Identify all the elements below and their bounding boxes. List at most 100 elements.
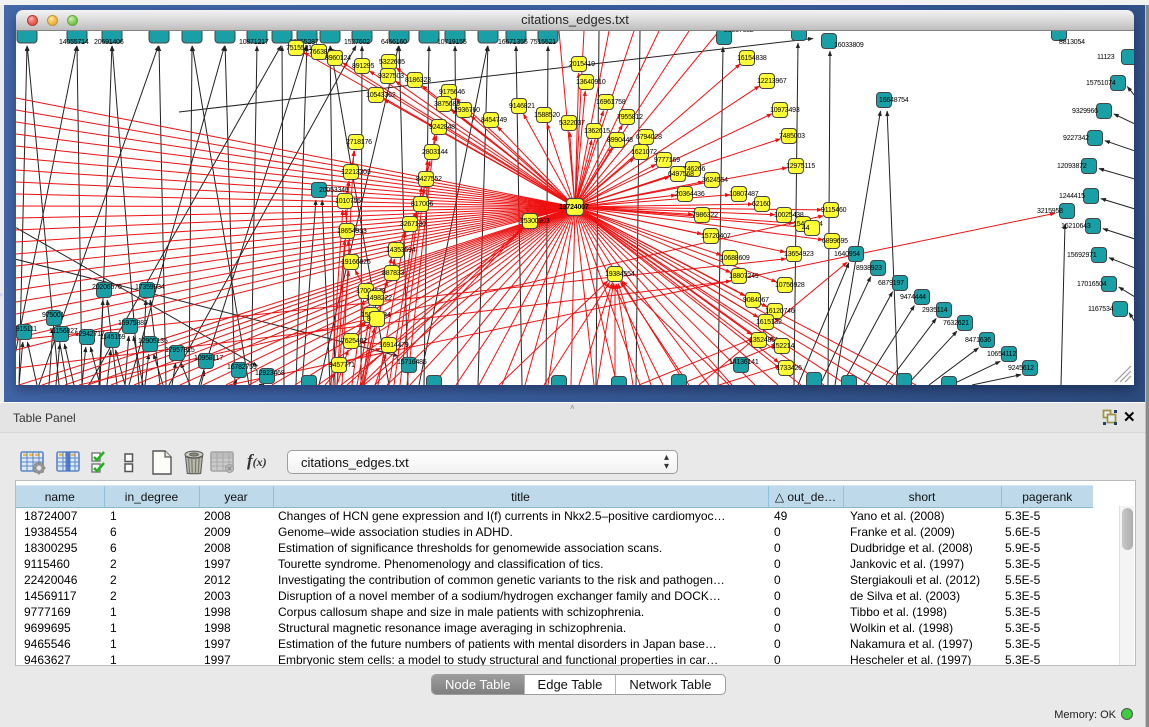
svg-text:20206570: 20206570	[92, 284, 122, 291]
svg-text:20387682: 20387682	[724, 31, 754, 34]
svg-text:12213967: 12213967	[757, 78, 787, 85]
svg-text:15975887: 15975887	[118, 320, 148, 327]
svg-text:16914479: 16914479	[379, 342, 409, 349]
svg-text:7485003: 7485003	[779, 133, 805, 140]
svg-text:15751074: 15751074	[1086, 80, 1116, 87]
svg-text:975001: 975001	[42, 312, 64, 319]
svg-text:3624554: 3624554	[702, 177, 728, 184]
svg-text:10025438: 10025438	[774, 212, 804, 219]
svg-text:9474444: 9474444	[900, 294, 926, 301]
svg-text:10973493: 10973493	[770, 107, 800, 114]
svg-text:15720407: 15720407	[701, 233, 731, 240]
svg-text:10958117: 10958117	[194, 355, 223, 362]
svg-text:1640954: 1640954	[834, 251, 860, 258]
svg-text:10871217: 10871217	[239, 39, 269, 46]
svg-text:10543362: 10543362	[366, 92, 396, 99]
svg-text:8427552: 8427552	[416, 176, 442, 183]
svg-text:44: 44	[802, 225, 810, 232]
svg-text:8186323: 8186323	[405, 77, 431, 84]
svg-text:17359934: 17359934	[135, 284, 165, 291]
svg-text:7986322: 7986322	[692, 212, 718, 219]
svg-text:1362615: 1362615	[584, 128, 610, 135]
svg-text:8454749: 8454749	[481, 117, 507, 124]
svg-text:14353594: 14353594	[386, 247, 416, 254]
svg-text:17016504: 17016504	[1077, 281, 1107, 288]
svg-text:11156827: 11156827	[49, 328, 78, 335]
svg-text:9329966: 9329966	[1072, 108, 1098, 115]
svg-text:20364436: 20364436	[675, 191, 705, 198]
svg-text:12905135: 12905135	[138, 338, 168, 345]
svg-text:18724007: 18724007	[559, 204, 589, 211]
svg-text:6879197: 6879197	[878, 280, 904, 287]
svg-text:12923468: 12923468	[255, 370, 285, 377]
svg-text:7515521: 7515521	[530, 39, 556, 46]
svg-text:6794028: 6794028	[636, 134, 662, 141]
svg-text:9084067: 9084067	[743, 297, 769, 304]
svg-text:1167534: 1167534	[1088, 306, 1114, 313]
svg-text:16154838: 16154838	[737, 55, 767, 62]
svg-text:9457771: 9457771	[329, 362, 355, 369]
svg-text:10654112: 10654112	[987, 351, 1016, 358]
svg-text:8938923: 8938923	[856, 265, 882, 272]
svg-text:6497568: 6497568	[668, 171, 694, 178]
svg-text:1733426: 1733426	[776, 365, 802, 372]
svg-text:2015419: 2015419	[569, 61, 595, 68]
svg-text:8960124: 8960124	[325, 55, 351, 62]
svg-text:2718176: 2718176	[346, 139, 372, 146]
svg-text:9245612: 9245612	[1008, 365, 1034, 372]
svg-text:9242848: 9242848	[429, 124, 455, 131]
svg-text:10719155: 10719155	[437, 39, 467, 46]
svg-text:3875685: 3875685	[434, 101, 460, 108]
svg-text:9115460: 9115460	[821, 207, 847, 214]
svg-text:887833: 887833	[382, 270, 404, 277]
svg-text:20053346: 20053346	[319, 187, 349, 194]
svg-text:7632621: 7632621	[943, 320, 969, 327]
svg-text:8990448: 8990448	[607, 137, 633, 144]
svg-text:17957825: 17957825	[165, 347, 195, 354]
svg-text:6466160: 6466160	[381, 39, 407, 46]
svg-text:18654933: 18654933	[337, 228, 367, 235]
svg-text:16961758: 16961758	[596, 99, 626, 106]
svg-text:14136141: 14136141	[729, 359, 759, 366]
svg-text:5322605: 5322605	[379, 59, 405, 66]
svg-text:10807487: 10807487	[729, 191, 759, 198]
svg-text:15692971: 15692971	[1067, 252, 1097, 259]
svg-text:13654923: 13654923	[784, 251, 814, 258]
svg-text:14055714: 14055714	[59, 39, 89, 46]
svg-text:16120746: 16120746	[765, 308, 795, 315]
svg-text:16210643: 16210643	[1061, 223, 1091, 230]
svg-text:9175646: 9175646	[439, 89, 465, 96]
svg-text:12213303: 12213303	[341, 169, 371, 176]
svg-text:1615132: 1615132	[756, 319, 782, 326]
svg-text:20691406: 20691406	[94, 39, 124, 46]
svg-text:1498222: 1498222	[366, 295, 392, 302]
svg-text:7955812: 7955812	[617, 114, 643, 121]
svg-text:9146821: 9146821	[509, 103, 535, 110]
svg-text:2803144: 2803144	[422, 149, 448, 156]
svg-text:2936760: 2936760	[454, 107, 480, 114]
svg-text:25300203: 25300203	[520, 218, 550, 225]
svg-text:891295: 891295	[352, 63, 374, 70]
svg-text:1621072: 1621072	[631, 149, 657, 156]
svg-text:7625402: 7625402	[341, 338, 367, 345]
svg-text:12093872: 12093872	[1057, 163, 1087, 170]
svg-text:19384554: 19384554	[605, 271, 635, 278]
svg-text:2935114: 2935114	[922, 307, 948, 314]
svg-text:16648754: 16648754	[879, 97, 909, 104]
svg-text:1588520: 1588520	[534, 112, 560, 119]
svg-text:8813054: 8813054	[1059, 39, 1085, 46]
svg-text:3267130: 3267130	[400, 221, 426, 228]
svg-text:10756928: 10756928	[775, 282, 805, 289]
svg-text:152214: 152214	[772, 343, 794, 350]
svg-text:1145159: 1145159	[100, 334, 126, 341]
svg-text:8471636: 8471636	[965, 337, 991, 344]
svg-text:3215958: 3215958	[1037, 208, 1063, 215]
svg-text:9227342: 9227342	[1063, 135, 1089, 142]
svg-text:1010755: 1010755	[335, 198, 361, 205]
svg-text:18807249: 18807249	[729, 273, 759, 280]
svg-text:9777169: 9777169	[654, 157, 680, 164]
svg-text:11123: 11123	[1097, 54, 1115, 61]
svg-text:8: 8	[367, 316, 371, 323]
svg-text:16033809: 16033809	[834, 42, 864, 49]
svg-text:5322037: 5322037	[559, 120, 585, 127]
